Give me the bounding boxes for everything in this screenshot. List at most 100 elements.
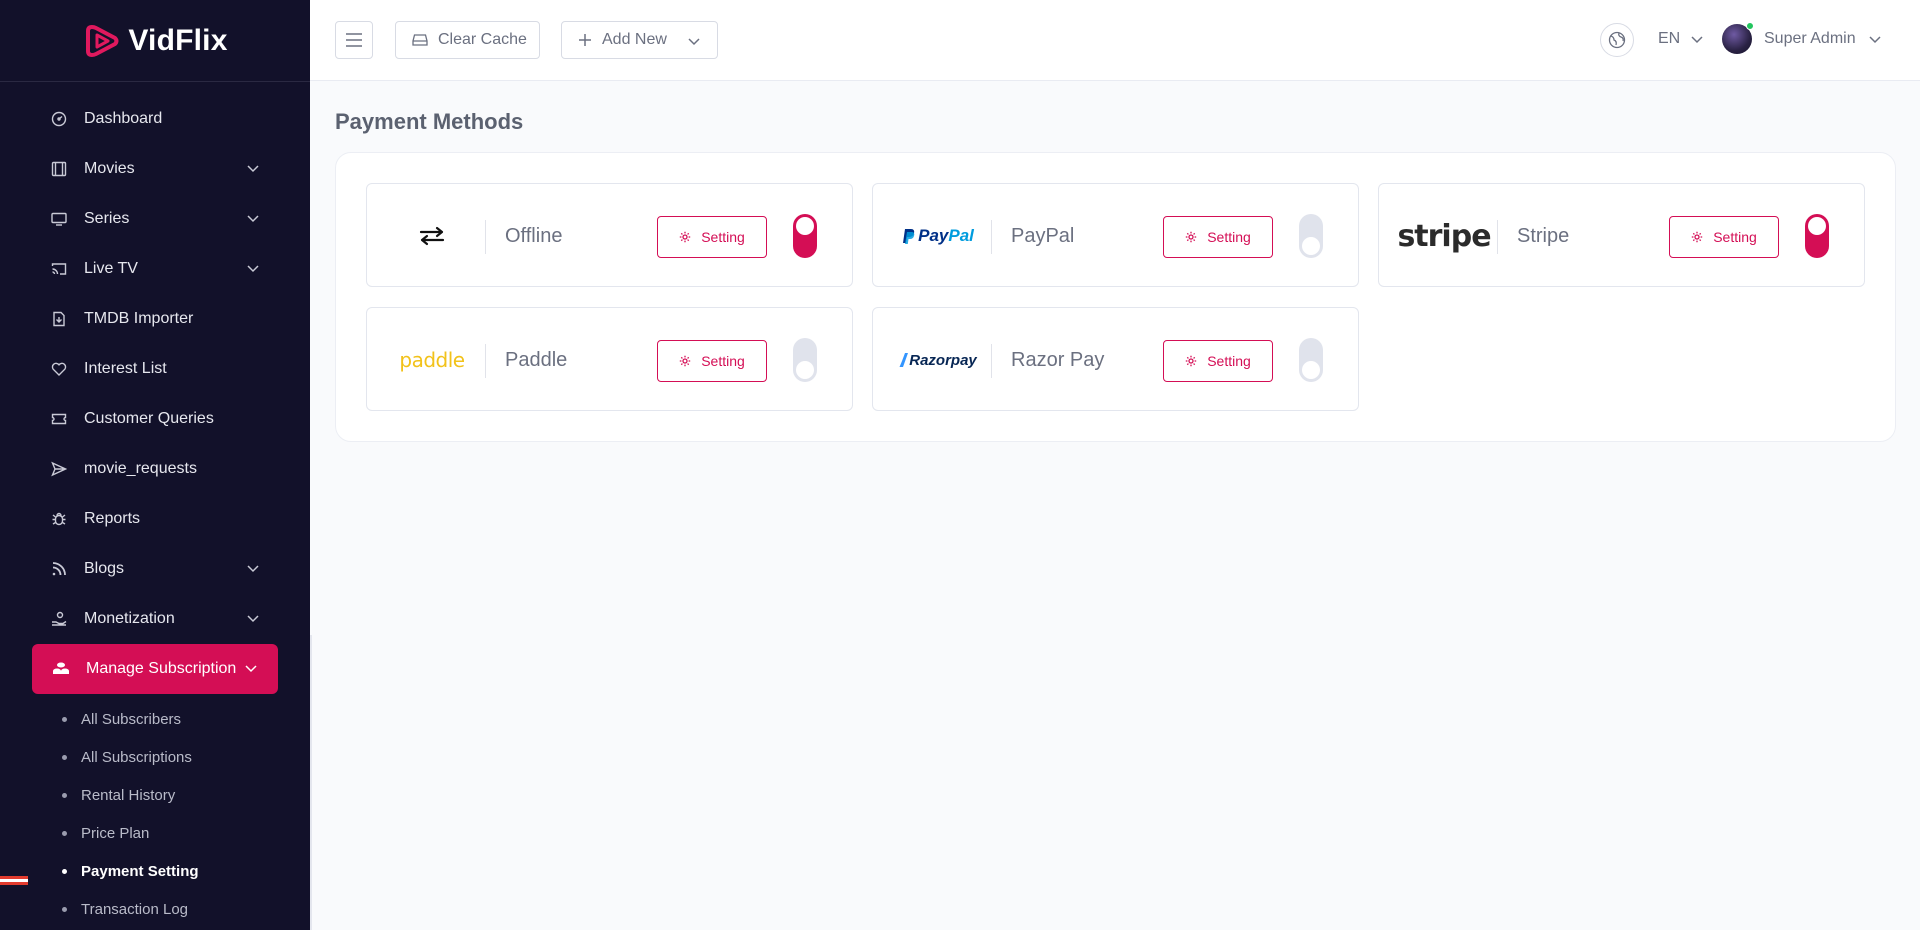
submenu-item-label: All Subscribers [81, 710, 182, 728]
setting-label: Setting [1207, 353, 1251, 369]
sidebar-item-movie-requests[interactable]: movie_requests [0, 444, 310, 494]
sidebar-item-label: Live TV [84, 260, 138, 277]
clear-cache-button[interactable]: Clear Cache [395, 21, 540, 59]
brand[interactable]: VidFlix [0, 0, 310, 82]
sidebar-nav: Dashboard Movies Series Live TV TMDB Imp… [0, 82, 310, 928]
sidebar-item-label: Blogs [84, 560, 125, 577]
hard-drive-icon [412, 33, 428, 47]
sidebar-item-dashboard[interactable]: Dashboard [0, 94, 310, 144]
send-icon [50, 460, 68, 478]
stripe-setting-button[interactable]: Setting [1669, 216, 1779, 258]
razorpay-enable-toggle[interactable] [1299, 338, 1323, 382]
language-selector[interactable]: EN [1658, 30, 1704, 48]
submenu-item-label: Rental History [81, 786, 176, 804]
clear-cache-label: Clear Cache [438, 31, 527, 48]
sidebar-scrollbar[interactable] [310, 635, 312, 930]
cast-icon [50, 260, 68, 278]
sidebar-item-reports[interactable]: Reports [0, 494, 310, 544]
payment-method-card-stripe: stripe Stripe Setting [1378, 183, 1865, 287]
setting-label: Setting [1713, 229, 1757, 245]
sidebar-item-manage-subscription[interactable]: Manage Subscription [32, 644, 278, 694]
sidebar: VidFlix Dashboard Movies Series Live TV … [0, 0, 310, 930]
divider [485, 220, 486, 254]
menu-toggle-button[interactable] [335, 21, 373, 59]
sidebar-item-live-tv[interactable]: Live TV [0, 244, 310, 294]
offline-enable-toggle[interactable] [793, 214, 817, 258]
submenu-item-label: Price Plan [81, 824, 150, 842]
add-new-label: Add New [602, 31, 667, 48]
file-import-icon [50, 310, 68, 328]
divider [485, 344, 486, 378]
payment-method-card-paypal: Pay Pal PayPal Setting [872, 183, 1359, 287]
globe-icon [1608, 31, 1626, 49]
page-title: Payment Methods [335, 109, 524, 134]
monitor-icon [50, 210, 68, 228]
play-logo-icon [86, 24, 119, 57]
chevron-down-icon [245, 665, 257, 673]
sidebar-item-label: Reports [84, 510, 141, 527]
submenu-item-transaction-log[interactable]: Transaction Log [0, 890, 310, 928]
bullet-icon [62, 754, 67, 760]
gear-icon [679, 355, 691, 367]
topbar: Clear Cache Add New EN Super Admin [310, 0, 1920, 81]
submenu-item-all-subscriptions[interactable]: All Subscriptions [0, 738, 310, 776]
submenu-item-payment-setting[interactable]: Payment Setting [0, 852, 310, 890]
payment-method-card-razorpay: Razorpay Razor Pay Setting [872, 307, 1359, 411]
sidebar-item-label: Dashboard [84, 110, 163, 127]
offline-setting-button[interactable]: Setting [657, 216, 767, 258]
gear-icon [1185, 355, 1197, 367]
gauge-icon [50, 110, 68, 128]
paddle-logo: paddle [399, 348, 465, 372]
payment-method-name: Razor Pay [1011, 349, 1105, 371]
avatar [1722, 22, 1754, 54]
sidebar-item-series[interactable]: Series [0, 194, 310, 244]
flag-icon [0, 876, 28, 886]
paypal-setting-button[interactable]: Setting [1163, 216, 1273, 258]
hamburger-icon [346, 33, 362, 47]
paypal-logo: Pay Pal [885, 184, 991, 288]
sidebar-item-label: Movies [84, 160, 135, 177]
sidebar-item-tmdb-importer[interactable]: TMDB Importer [0, 294, 310, 344]
bullet-icon [62, 716, 67, 722]
sidebar-item-movies[interactable]: Movies [0, 144, 310, 194]
divider [1497, 220, 1498, 254]
plus-icon [578, 33, 592, 47]
submenu-item-all-subscribers[interactable]: All Subscribers [0, 700, 310, 738]
submenu-item-rental-history[interactable]: Rental History [0, 776, 310, 814]
online-status-dot [1746, 22, 1754, 30]
user-menu[interactable]: Super Admin [1722, 22, 1882, 54]
stripe-enable-toggle[interactable] [1805, 214, 1829, 258]
gear-icon [1185, 231, 1197, 243]
submenu-item-label: Transaction Log [81, 900, 189, 918]
paypal-enable-toggle[interactable] [1299, 214, 1323, 258]
paddle-enable-toggle[interactable] [793, 338, 817, 382]
paddle-setting-button[interactable]: Setting [657, 340, 767, 382]
sidebar-item-blogs[interactable]: Blogs [0, 544, 310, 594]
subscription-submenu: All Subscribers All Subscriptions Rental… [0, 694, 310, 928]
sidebar-item-label: Customer Queries [84, 410, 214, 427]
chevron-down-icon [1691, 36, 1703, 44]
payment-method-name: Offline [505, 225, 563, 247]
sidebar-item-label: TMDB Importer [84, 310, 194, 327]
razorpay-logo: Razorpay [885, 308, 991, 412]
rss-icon [50, 560, 68, 578]
film-icon [50, 160, 68, 178]
add-new-button[interactable]: Add New [561, 21, 718, 59]
divider [991, 344, 992, 378]
sidebar-item-customer-queries[interactable]: Customer Queries [0, 394, 310, 444]
hand-coin-icon [50, 610, 68, 628]
payment-method-card-paddle: paddle Paddle Setting [366, 307, 853, 411]
sidebar-item-label: Series [84, 210, 130, 227]
sidebar-item-interest-list[interactable]: Interest List [0, 344, 310, 394]
submenu-item-price-plan[interactable]: Price Plan [0, 814, 310, 852]
payment-methods-panel: Offline Setting Pay Pal PayPal Setting s… [335, 152, 1896, 442]
bullet-icon [62, 830, 67, 836]
offline-transfer-icon [379, 184, 485, 288]
sidebar-item-monetization[interactable]: Monetization [0, 594, 310, 644]
chevron-down-icon [1869, 36, 1881, 44]
razorpay-setting-button[interactable]: Setting [1163, 340, 1273, 382]
heart-icon [50, 360, 68, 378]
website-globe-button[interactable] [1600, 23, 1634, 57]
gear-icon [679, 231, 691, 243]
sidebar-item-label: Manage Subscription [86, 660, 237, 677]
